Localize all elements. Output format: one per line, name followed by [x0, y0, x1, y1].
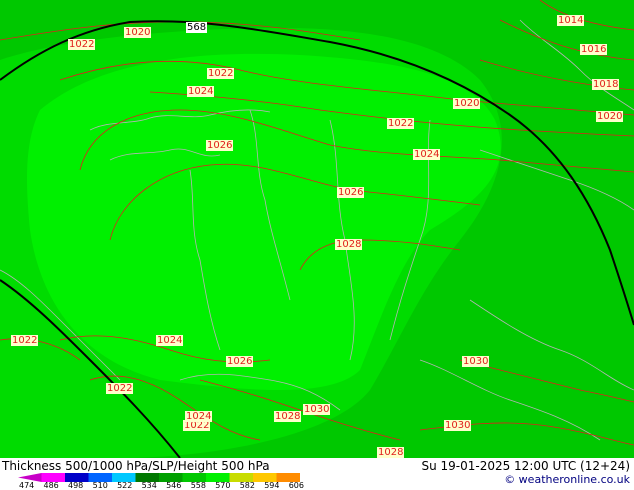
isobar-label: 1028 — [377, 447, 405, 458]
isobar-label: 1024 — [413, 149, 441, 160]
map-canvas — [0, 0, 634, 458]
isobar-label: 1030 — [462, 356, 490, 367]
isobar-label: 1022 — [106, 383, 134, 394]
isobar-label: 1024 — [156, 335, 184, 346]
isobar-label: 1026 — [226, 356, 254, 367]
legend-tick-label: 486 — [43, 481, 59, 490]
map-footer: Thickness 500/1000 hPa/SLP/Height 500 hP… — [0, 458, 634, 490]
legend-tick-label: 474 — [19, 481, 35, 490]
isobar-label: 1028 — [335, 239, 363, 250]
isobar-label: 1020 — [124, 27, 152, 38]
legend-tick-label: 582 — [239, 481, 255, 490]
color-legend-ticks: 474 486 498 510 522 534 546 558 570 582 594 606 — [18, 482, 318, 490]
legend-tick-label: 570 — [215, 481, 231, 490]
legend-tick-label: 606 — [288, 481, 304, 490]
isobar-label: 1020 — [453, 98, 481, 109]
legend-tick-label: 498 — [68, 481, 84, 490]
weather-map-page: 1014 1016 1018 1020 1020 1020 1022 1022 … — [0, 0, 634, 490]
legend-tick-label: 594 — [264, 481, 280, 490]
isobar-label: 1030 — [303, 404, 331, 415]
legend-tick-label: 546 — [166, 481, 182, 490]
isobar-label: 1020 — [596, 111, 624, 122]
legend-tick-label: 534 — [141, 481, 157, 490]
credit-link[interactable]: © weatheronline.co.uk — [504, 473, 630, 486]
isobar-label: 1028 — [274, 411, 302, 422]
isobar-label: 1022 — [387, 118, 415, 129]
legend-tick-label: 522 — [117, 481, 133, 490]
isobar-label: 1016 — [580, 44, 608, 55]
isobar-label: 1026 — [206, 140, 234, 151]
isobar-label: 1022 — [68, 39, 96, 50]
legend-tick-label: 558 — [190, 481, 206, 490]
map-title: Thickness 500/1000 hPa/SLP/Height 500 hP… — [2, 459, 270, 473]
isobar-label: 1022 — [11, 335, 39, 346]
isobar-label: 1018 — [592, 79, 620, 90]
isobar-label: 1030 — [444, 420, 472, 431]
isobar-label: 1014 — [557, 15, 585, 26]
isobar-label: 1024 — [185, 411, 213, 422]
height-contour-label: 568 — [186, 22, 208, 33]
isobar-label: 1024 — [187, 86, 215, 97]
isobar-label: 1022 — [207, 68, 235, 79]
legend-tick-label: 510 — [92, 481, 108, 490]
isobar-label: 1026 — [337, 187, 365, 198]
map-datetime: Su 19-01-2025 12:00 UTC (12+24) — [421, 459, 630, 473]
color-legend-bar — [18, 473, 300, 482]
